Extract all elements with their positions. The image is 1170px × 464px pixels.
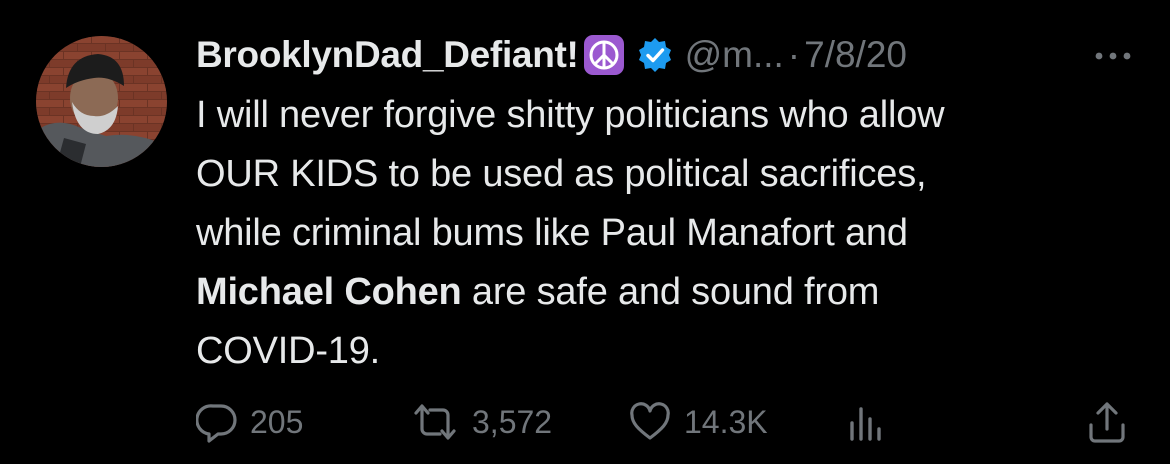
tweet-header: BrooklynDad_Defiant! @m... · 7/8/20 [196, 28, 1136, 82]
avatar[interactable] [36, 36, 167, 167]
tweet-body-line: OUR KIDS to be used as political sacrifi… [196, 153, 927, 195]
verified-badge-icon[interactable] [637, 37, 673, 73]
peace-emoji-icon [583, 34, 625, 76]
reply-icon [196, 401, 238, 443]
action-bar: 205 3,572 14.3K [196, 396, 1136, 448]
tweet-card[interactable]: BrooklynDad_Defiant! @m... · 7/8/20 I wi… [0, 0, 1170, 464]
tweet-body-line: Michael Cohen are safe and sound from [196, 263, 1136, 322]
tweet-body: I will never forgive shitty politicians … [196, 86, 1136, 381]
views-icon [846, 401, 886, 443]
like-icon [628, 401, 672, 443]
handle[interactable]: @m... [685, 34, 784, 76]
display-name[interactable]: BrooklynDad_Defiant! [196, 34, 579, 76]
more-icon[interactable] [1090, 36, 1136, 76]
like-count: 14.3K [684, 403, 768, 440]
retweet-icon [410, 401, 460, 443]
tweet-body-line: I will never forgive shitty politicians … [196, 94, 945, 136]
bold-text: Michael Cohen [196, 271, 462, 313]
retweet-button[interactable]: 3,572 [410, 396, 552, 448]
separator-dot: · [787, 34, 801, 75]
like-button[interactable]: 14.3K [628, 396, 768, 448]
tweet-body-line: COVID-19. [196, 330, 381, 372]
reply-count: 205 [250, 403, 304, 440]
tweet-date[interactable]: 7/8/20 [804, 34, 907, 76]
tweet-body-text: are safe and sound from [461, 271, 880, 313]
share-icon [1086, 399, 1128, 445]
tweet-body-line: while criminal bums like Paul Manafort a… [196, 212, 908, 254]
reply-button[interactable]: 205 [196, 396, 303, 448]
share-button[interactable] [1086, 396, 1128, 448]
views-button[interactable] [846, 396, 886, 448]
retweet-count: 3,572 [472, 403, 553, 440]
